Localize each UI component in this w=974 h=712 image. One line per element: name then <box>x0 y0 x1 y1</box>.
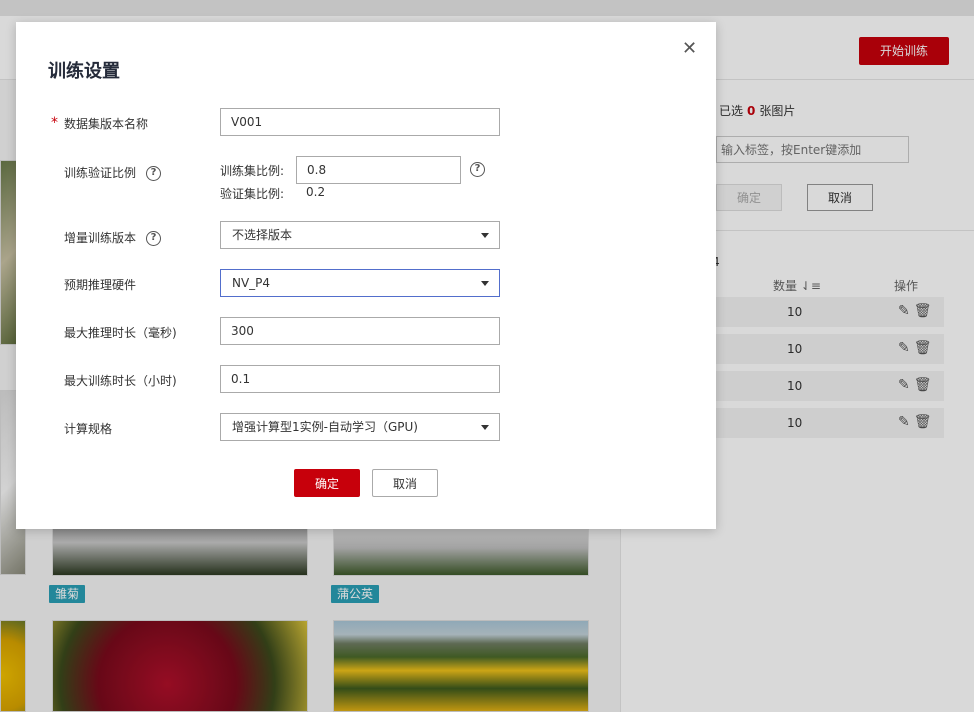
max-training-label: 最大训练时长（小时) <box>64 374 177 388</box>
chevron-down-icon <box>481 281 489 286</box>
val-ratio-label: 验证集比例: <box>220 187 285 201</box>
required-asterisk: * <box>51 115 58 131</box>
incremental-label: 增量训练版本? <box>64 229 162 246</box>
confirm-button[interactable]: 确定 <box>294 469 360 497</box>
help-icon[interactable]: ? <box>146 166 162 181</box>
cancel-button[interactable]: 取消 <box>372 469 438 497</box>
dialog-title: 训练设置 <box>48 61 120 82</box>
dataset-version-input[interactable] <box>220 108 500 136</box>
hardware-select[interactable]: NV_P4 <box>220 269 500 297</box>
incremental-select[interactable]: 不选择版本 <box>220 221 500 249</box>
help-icon[interactable]: ? <box>470 162 485 177</box>
max-inference-label: 最大推理时长（毫秒) <box>64 326 177 340</box>
help-icon[interactable]: ? <box>146 231 162 246</box>
train-ratio-label: 训练集比例: <box>220 164 285 178</box>
max-training-input[interactable] <box>220 365 500 393</box>
val-ratio-value: 0.2 <box>306 185 326 199</box>
chevron-down-icon <box>481 233 489 238</box>
dataset-version-label: 数据集版本名称 <box>64 117 149 131</box>
max-inference-input[interactable] <box>220 317 500 345</box>
hardware-label: 预期推理硬件 <box>64 278 137 292</box>
compute-spec-select[interactable]: 增强计算型1实例-自动学习（GPU) <box>220 413 500 441</box>
chevron-down-icon <box>481 425 489 430</box>
close-icon[interactable]: ✕ <box>682 38 697 59</box>
training-settings-dialog: 训练设置 ✕ * 数据集版本名称 训练验证比例? 训练集比例: ? 验证集比例:… <box>16 22 716 529</box>
split-ratio-label: 训练验证比例? <box>64 164 162 181</box>
compute-spec-label: 计算规格 <box>64 422 113 436</box>
train-ratio-input[interactable] <box>296 156 461 184</box>
